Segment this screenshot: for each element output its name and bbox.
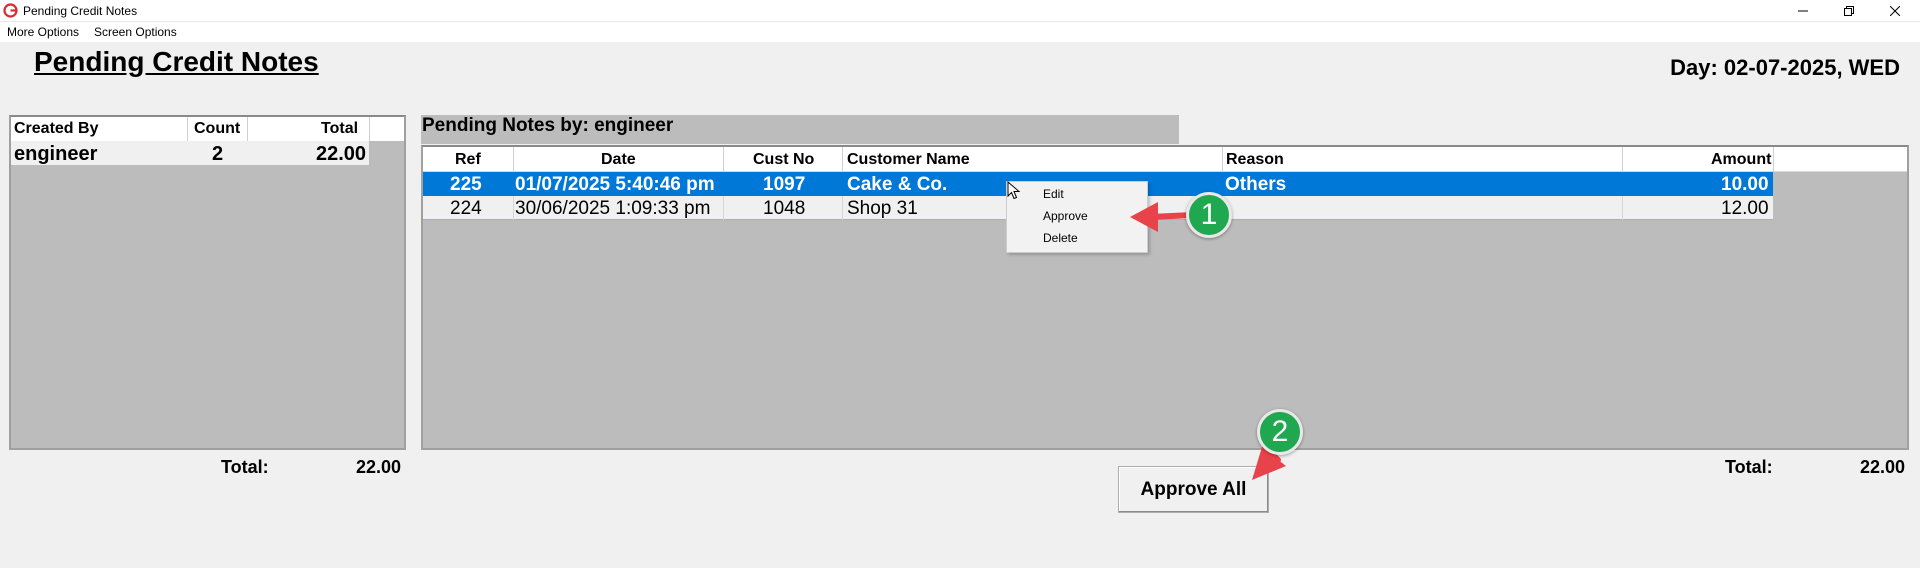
cell-customer-name: Shop 31 xyxy=(847,198,918,219)
cell-ref: 224 xyxy=(450,198,482,219)
context-menu: Edit Approve Delete xyxy=(1006,181,1148,253)
title-bar: Pending Credit Notes xyxy=(0,0,1920,22)
day-label: Day: 02-07-2025, WED xyxy=(1670,55,1900,80)
summary-grid-header: Created By Count Total xyxy=(11,117,404,141)
cell-divider xyxy=(723,196,724,220)
header-customer-name[interactable]: Customer Name xyxy=(847,151,970,169)
cell-date: 01/07/2025 5:40:46 pm xyxy=(515,174,715,195)
column-divider xyxy=(842,147,843,172)
column-divider xyxy=(369,117,370,141)
column-divider xyxy=(1622,147,1623,172)
annotation-badge-1: 1 xyxy=(1186,192,1232,238)
cell-created-by: engineer xyxy=(14,143,98,165)
summary-total-label: Total: xyxy=(221,457,269,477)
summary-grid[interactable]: Created By Count Total engineer 2 22.00 xyxy=(9,115,406,450)
column-divider xyxy=(1773,147,1774,172)
header-total[interactable]: Total xyxy=(321,120,358,138)
header-date[interactable]: Date xyxy=(601,151,636,169)
cell-reason: Others xyxy=(1225,174,1287,195)
column-divider xyxy=(1222,147,1223,172)
column-divider xyxy=(187,117,188,141)
column-divider xyxy=(247,117,248,141)
approve-all-button[interactable]: Approve All xyxy=(1118,466,1269,513)
notes-total-label: Total: xyxy=(1725,457,1773,477)
menu-screen-options[interactable]: Screen Options xyxy=(94,25,177,39)
header-created-by[interactable]: Created By xyxy=(14,120,98,138)
cell-divider xyxy=(842,196,843,220)
header-count[interactable]: Count xyxy=(194,120,240,138)
minimize-button[interactable] xyxy=(1780,0,1826,22)
app-logo-icon xyxy=(3,3,18,18)
restore-button[interactable] xyxy=(1826,0,1872,22)
table-row[interactable]: engineer 2 22.00 xyxy=(11,141,369,165)
header-reason[interactable]: Reason xyxy=(1226,151,1284,169)
pending-notes-label-bar: Pending Notes by: engineer xyxy=(421,115,1179,144)
page-title: Pending Credit Notes xyxy=(34,46,319,77)
cell-amount: 12.00 xyxy=(1721,198,1769,219)
cell-divider xyxy=(1622,196,1623,220)
cell-divider xyxy=(513,196,514,220)
header-ref[interactable]: Ref xyxy=(455,151,481,169)
menu-more-options[interactable]: More Options xyxy=(7,25,79,39)
context-menu-approve[interactable]: Approve xyxy=(1043,209,1088,223)
pending-notes-label: Pending Notes by: engineer xyxy=(422,115,674,136)
notes-total-value: 22.00 xyxy=(1860,457,1906,477)
mouse-pointer-icon xyxy=(1007,181,1021,200)
column-divider xyxy=(513,147,514,172)
cell-date: 30/06/2025 1:09:33 pm xyxy=(515,198,711,219)
cell-ref: 225 xyxy=(450,174,482,195)
notes-grid-header: Ref Date Cust No Customer Name Reason Am… xyxy=(423,147,1907,172)
context-menu-delete[interactable]: Delete xyxy=(1043,231,1078,245)
minimize-icon xyxy=(1798,10,1808,12)
annotation-badge-2: 2 xyxy=(1257,409,1303,455)
pending-notes-grid[interactable]: Ref Date Cust No Customer Name Reason Am… xyxy=(421,145,1909,450)
close-icon xyxy=(1890,6,1900,16)
window-title: Pending Credit Notes xyxy=(23,4,138,18)
header-amount[interactable]: Amount xyxy=(1711,151,1771,169)
summary-total-value: 22.00 xyxy=(356,457,402,477)
cell-amount: 10.00 xyxy=(1721,174,1769,195)
header-cust-no[interactable]: Cust No xyxy=(753,151,814,169)
cell-total: 22.00 xyxy=(316,143,367,165)
close-button[interactable] xyxy=(1872,0,1918,22)
column-divider xyxy=(723,147,724,172)
menu-bar: More Options Screen Options xyxy=(0,22,1920,42)
restore-icon xyxy=(1844,6,1854,16)
cell-count: 2 xyxy=(212,143,224,165)
cell-customer-name: Cake & Co. xyxy=(847,174,948,195)
cell-cust-no: 1097 xyxy=(763,174,806,195)
cell-cust-no: 1048 xyxy=(763,198,806,219)
context-menu-edit[interactable]: Edit xyxy=(1043,187,1064,201)
